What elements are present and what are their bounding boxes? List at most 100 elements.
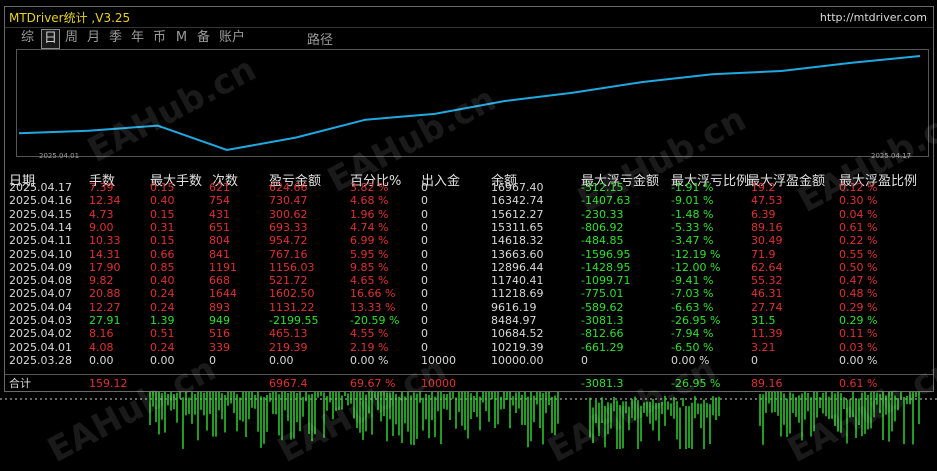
cell-1: 20.88 <box>89 287 121 301</box>
tab-5[interactable]: 年 <box>129 29 146 47</box>
total-cell-4: 6967.4 <box>269 377 308 390</box>
title-bar: MTDriver统计 ,V3.25 http://mtdriver.com <box>5 7 933 28</box>
cell-2: 0.40 <box>150 194 175 208</box>
cell-8: -312.15 <box>581 181 624 194</box>
cell-11: 0.48 % <box>839 287 878 301</box>
balance-curve-svg <box>18 55 921 152</box>
cell-2: 0.15 <box>150 181 175 194</box>
tab-8[interactable]: 备 <box>195 29 212 47</box>
cell-10: 71.9 <box>751 247 776 261</box>
cell-6: 0 <box>421 181 428 194</box>
cell-11: 0.50 % <box>839 260 878 274</box>
cell-5: 3.82 % <box>350 181 389 194</box>
total-cell-8: -3081.3 <box>581 377 624 390</box>
cell-8: -661.29 <box>581 340 624 354</box>
total-cell-0: 合计 <box>9 377 31 390</box>
cell-4: 1156.03 <box>269 260 315 274</box>
cell-8: -589.62 <box>581 300 624 314</box>
cell-6: 0 <box>421 314 428 327</box>
cell-2: 0.31 <box>150 220 175 234</box>
tab-2[interactable]: 周 <box>63 29 80 47</box>
table-row: 2025.04.08 9.82 0.40 668 521.72 4.65 % 0 11740.… <box>5 274 933 288</box>
cell-4: 521.72 <box>269 274 308 288</box>
cell-11: 0.55 % <box>839 247 878 261</box>
total-separator <box>5 374 933 375</box>
cell-11: 0.11 % <box>839 327 878 341</box>
cell-9: -7.03 % <box>671 287 714 301</box>
cell-10: 27.74 <box>751 300 783 314</box>
cell-10: 31.5 <box>751 314 776 327</box>
cell-5: 5.95 % <box>350 247 389 261</box>
cell-1: 4.73 <box>89 207 114 221</box>
chart-end-date: 2025.04.17 <box>871 152 912 160</box>
cell-5: 9.85 % <box>350 260 389 274</box>
tab-1[interactable]: 日 <box>41 29 60 49</box>
cell-6: 0 <box>421 300 428 314</box>
tab-7[interactable]: M <box>173 29 190 47</box>
cell-6: 0 <box>421 220 428 234</box>
cell-8: -1596.95 <box>581 247 631 261</box>
total-row: 合计 159.12 6967.4 69.67 % 10000 -3081.3 -26.95 … <box>5 377 933 391</box>
cell-8: -812.66 <box>581 327 624 341</box>
tab-4[interactable]: 季 <box>107 29 124 47</box>
table-row: 2025.04.16 12.34 0.40 754 730.47 4.68 % 0 16342… <box>5 194 933 208</box>
total-cell-9: -26.95 % <box>671 377 721 390</box>
tab-3[interactable]: 月 <box>85 29 102 47</box>
total-cell-11: 0.61 % <box>839 377 878 390</box>
cell-7: 9616.19 <box>491 300 537 314</box>
cell-11: 0.03 % <box>839 340 878 354</box>
cell-7: 11740.41 <box>491 274 544 288</box>
cell-11: 0.61 % <box>839 220 878 234</box>
cell-2: 0.24 <box>150 340 175 354</box>
cell-7: 12896.44 <box>491 260 544 274</box>
cell-10: 30.49 <box>751 234 783 248</box>
cell-4: 624.66 <box>269 181 308 194</box>
cell-2: 0.85 <box>150 260 175 274</box>
cell-0: 2025.04.10 <box>9 247 72 261</box>
cell-9: -5.33 % <box>671 220 714 234</box>
cell-7: 10219.39 <box>491 340 544 354</box>
cell-1: 14.31 <box>89 247 121 261</box>
cell-11: 0.30 % <box>839 194 878 208</box>
cell-3: 754 <box>209 194 230 208</box>
cell-9: -26.95 % <box>671 314 721 327</box>
table-row: 2025.04.04 12.27 0.24 893 1131.22 13.33 % 0 961… <box>5 301 933 315</box>
tab-9[interactable]: 账户 <box>217 29 247 47</box>
cell-4: -2199.55 <box>269 314 319 327</box>
cell-4: 954.72 <box>269 234 308 248</box>
cell-11: 0.12 % <box>839 181 878 194</box>
cell-10: 11.39 <box>751 327 783 341</box>
cell-6: 0 <box>421 274 428 288</box>
tab-path[interactable]: 路径 <box>307 29 333 48</box>
cell-7: 15612.27 <box>491 207 544 221</box>
cell-1: 9.00 <box>89 220 114 234</box>
cell-2: 0.40 <box>150 274 175 288</box>
cell-9: -1.48 % <box>671 207 714 221</box>
cell-0: 2025.03.28 <box>9 353 72 367</box>
cell-3: 949 <box>209 314 230 327</box>
total-cell-10: 89.16 <box>751 377 783 390</box>
cell-2: 0.66 <box>150 247 175 261</box>
cell-6: 0 <box>421 340 428 354</box>
cell-11: 0.47 % <box>839 274 878 288</box>
cell-9: -1.91 % <box>671 181 714 194</box>
cell-0: 2025.04.15 <box>9 207 72 221</box>
cell-10: 19.2 <box>751 181 776 194</box>
cell-0: 2025.04.02 <box>9 327 72 341</box>
tab-6[interactable]: 币 <box>151 29 168 47</box>
cell-0: 2025.04.14 <box>9 220 72 234</box>
cell-0: 2025.04.08 <box>9 274 72 288</box>
cell-5: 0.00 % <box>350 353 389 367</box>
cell-1: 27.91 <box>89 314 121 327</box>
website-url[interactable]: http://mtdriver.com <box>820 11 927 24</box>
cell-0: 2025.04.17 <box>9 181 72 194</box>
cell-4: 219.39 <box>269 340 308 354</box>
cell-1: 4.08 <box>89 340 114 354</box>
cell-2: 0.15 <box>150 207 175 221</box>
table-row: 2025.04.01 4.08 0.24 339 219.39 2.19 % 0 10219.… <box>5 341 933 355</box>
cell-5: 2.19 % <box>350 340 389 354</box>
cell-8: -484.85 <box>581 234 624 248</box>
panel-title: MTDriver统计 ,V3.25 <box>9 11 131 25</box>
cell-3: 804 <box>209 234 230 248</box>
tab-0[interactable]: 综 <box>19 29 36 47</box>
